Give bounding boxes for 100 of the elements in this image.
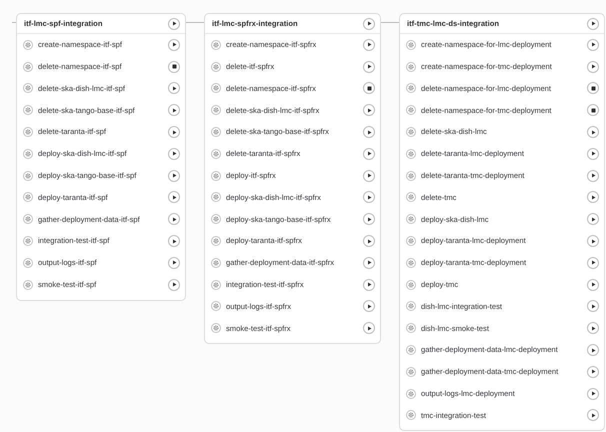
play-button[interactable] <box>363 235 375 248</box>
gear-status-icon <box>23 127 33 138</box>
gear-status-icon <box>406 83 416 94</box>
gear-status-icon <box>211 214 221 224</box>
gear-status-icon <box>211 280 221 290</box>
play-icon <box>172 151 176 156</box>
gear-status-icon <box>406 345 416 356</box>
play-button[interactable] <box>168 278 180 291</box>
play-icon <box>172 194 176 200</box>
gear-status-icon <box>406 192 416 202</box>
play-icon <box>366 304 372 309</box>
gear-status-icon <box>406 410 416 420</box>
play-icon <box>172 86 176 91</box>
play-button[interactable] <box>587 388 599 400</box>
gear-status-icon <box>211 258 221 268</box>
play-button[interactable] <box>587 18 599 30</box>
play-button[interactable] <box>168 148 180 160</box>
gear-status-icon <box>211 62 221 72</box>
play-icon <box>366 64 372 70</box>
stop-button[interactable] <box>587 82 599 94</box>
gear-status-icon <box>23 40 33 50</box>
play-button[interactable] <box>168 191 180 204</box>
gear-status-icon <box>211 83 221 94</box>
play-icon <box>590 348 596 353</box>
play-button[interactable] <box>168 38 180 51</box>
play-button[interactable] <box>363 126 375 138</box>
gear-status-icon <box>406 62 416 72</box>
play-button[interactable] <box>587 148 599 160</box>
play-button[interactable] <box>168 256 180 269</box>
play-button[interactable] <box>168 235 180 248</box>
play-button[interactable] <box>363 191 375 204</box>
play-icon <box>590 238 596 244</box>
play-button[interactable] <box>363 300 375 312</box>
play-icon <box>366 130 372 135</box>
play-icon <box>590 173 596 178</box>
play-button[interactable] <box>587 300 599 312</box>
gear-status-icon <box>406 388 416 399</box>
play-button[interactable] <box>587 344 599 356</box>
play-button[interactable] <box>587 235 599 248</box>
play-icon <box>366 282 372 288</box>
gear-status-icon <box>23 105 33 116</box>
play-button[interactable] <box>587 409 599 422</box>
play-button[interactable] <box>587 256 599 269</box>
gear-status-icon <box>23 236 33 246</box>
play-icon <box>172 42 176 48</box>
gear-status-icon <box>23 192 33 202</box>
gear-status-icon <box>406 280 416 290</box>
gear-status-icon <box>23 214 33 224</box>
play-icon <box>366 326 372 331</box>
stop-icon <box>590 86 596 91</box>
stop-button[interactable] <box>587 104 599 116</box>
play-button[interactable] <box>363 18 375 30</box>
play-button[interactable] <box>168 170 180 182</box>
play-button[interactable] <box>587 322 599 334</box>
play-button[interactable] <box>363 170 375 182</box>
gear-status-icon <box>23 62 33 72</box>
gear-status-icon <box>211 236 221 246</box>
gear-status-icon <box>406 148 416 159</box>
play-icon <box>590 391 596 396</box>
stop-button[interactable] <box>363 82 375 94</box>
play-button[interactable] <box>168 126 180 138</box>
play-button[interactable] <box>587 170 599 182</box>
play-button[interactable] <box>363 60 375 73</box>
play-button[interactable] <box>168 104 180 116</box>
play-button[interactable] <box>363 38 375 51</box>
gear-status-icon <box>211 127 221 138</box>
play-icon <box>590 21 596 26</box>
play-icon <box>366 260 372 266</box>
play-button[interactable] <box>363 322 375 334</box>
play-button[interactable] <box>587 366 599 378</box>
play-icon <box>366 216 372 222</box>
gear-status-icon <box>406 127 416 138</box>
play-button[interactable] <box>587 278 599 291</box>
play-button[interactable] <box>168 18 180 30</box>
play-button[interactable] <box>168 213 180 226</box>
play-icon <box>590 304 596 309</box>
play-icon <box>172 108 176 113</box>
play-icon <box>590 64 596 70</box>
play-button[interactable] <box>587 213 599 226</box>
play-button[interactable] <box>363 278 375 291</box>
play-icon <box>172 282 176 288</box>
play-icon <box>590 151 596 156</box>
play-button[interactable] <box>587 191 599 204</box>
play-button[interactable] <box>587 38 599 51</box>
gear-status-icon <box>23 83 33 94</box>
play-icon <box>366 108 372 113</box>
stop-icon <box>590 108 596 113</box>
gear-status-icon <box>406 301 416 312</box>
play-button[interactable] <box>363 256 375 269</box>
play-button[interactable] <box>587 126 599 138</box>
stop-icon <box>366 86 372 91</box>
gear-status-icon <box>211 323 221 334</box>
play-button[interactable] <box>168 82 180 94</box>
stop-button[interactable] <box>168 60 180 73</box>
play-icon <box>366 42 372 48</box>
play-button[interactable] <box>587 60 599 73</box>
play-button[interactable] <box>363 213 375 226</box>
play-button[interactable] <box>363 148 375 160</box>
play-icon <box>366 173 372 178</box>
play-button[interactable] <box>363 104 375 116</box>
